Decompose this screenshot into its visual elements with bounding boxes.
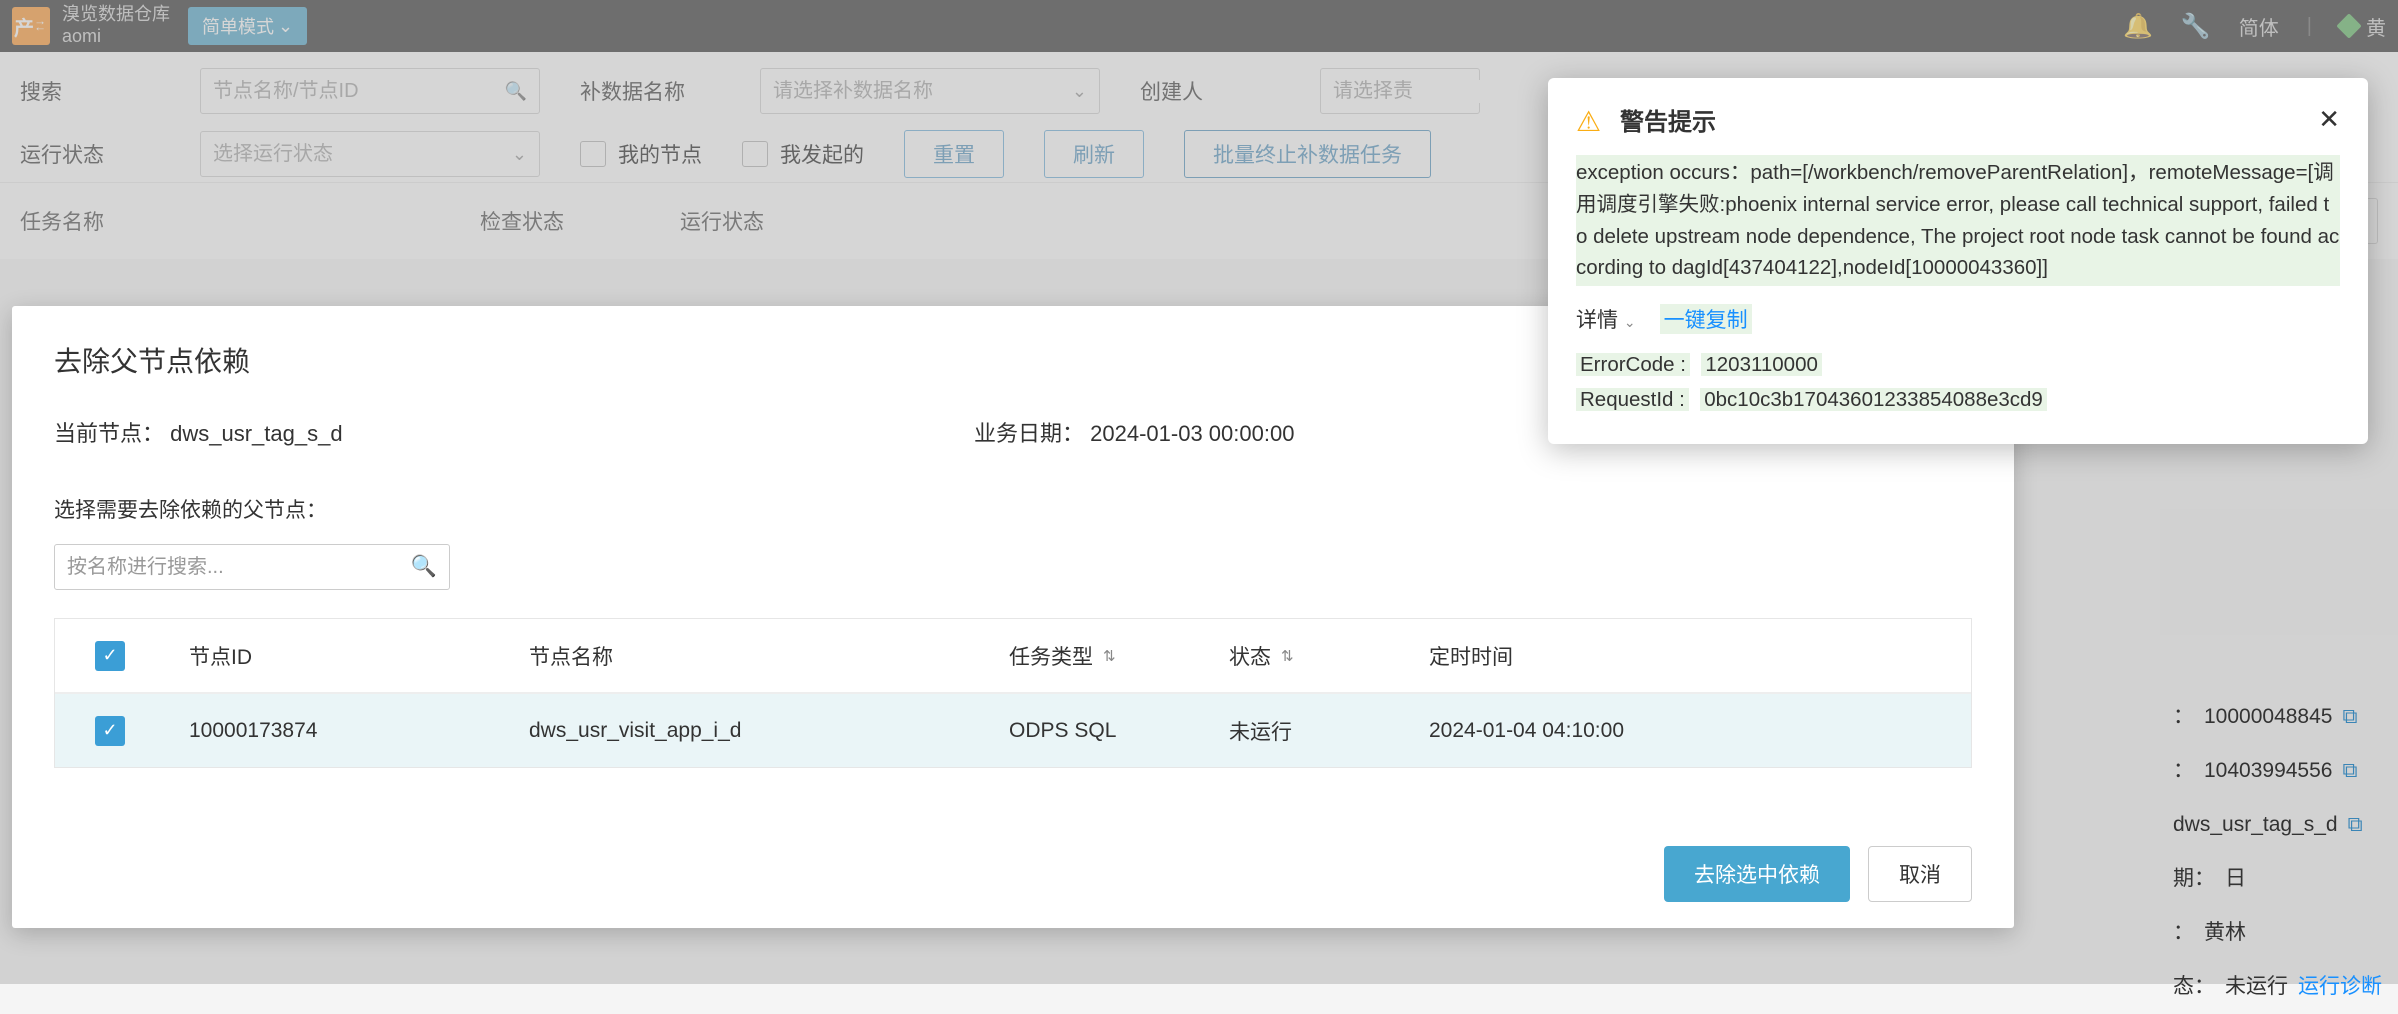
warning-title: 警告提示 bbox=[1620, 102, 2304, 137]
search-icon[interactable]: 🔍 bbox=[411, 555, 437, 579]
copy-icon[interactable]: ⧉ bbox=[2342, 690, 2357, 744]
detail-toggle[interactable]: 详情 ⌄ bbox=[1576, 304, 1636, 334]
warning-message: exception occurs：path=[/workbench/remove… bbox=[1576, 155, 2340, 286]
modal-subtitle: 选择需要去除依赖的父节点： bbox=[54, 494, 1972, 524]
behind-id1: 10000048845 bbox=[2204, 690, 2332, 744]
warning-popup: ⚠ 警告提示 ✕ exception occurs：path=[/workben… bbox=[1548, 78, 2368, 444]
behind-id2: 10403994556 bbox=[2204, 744, 2332, 798]
cancel-button[interactable]: 取消 bbox=[1868, 846, 1972, 902]
parent-search[interactable]: 🔍 bbox=[54, 544, 450, 590]
copy-link[interactable]: 一键复制 bbox=[1660, 304, 1752, 334]
row-node-id: 10000173874 bbox=[165, 699, 505, 763]
errorcode-value: 1203110000 bbox=[1701, 353, 1822, 376]
copy-icon[interactable]: ⧉ bbox=[2348, 798, 2363, 852]
row-node-name: dws_usr_visit_app_i_d bbox=[505, 699, 985, 763]
parent-search-input[interactable] bbox=[67, 556, 411, 579]
table-row[interactable]: ✓ 10000173874 dws_usr_visit_app_i_d ODPS… bbox=[55, 693, 1971, 767]
requestid-label: RequestId : bbox=[1576, 388, 1689, 411]
col-node-id: 节点ID bbox=[165, 621, 505, 691]
filter-icon[interactable]: ⇅ bbox=[1281, 647, 1294, 665]
requestid-value: 0bc10c3b17043601233854088e3cd9 bbox=[1700, 388, 2047, 411]
close-icon[interactable]: ✕ bbox=[2318, 104, 2340, 135]
behind-period: 日 bbox=[2225, 852, 2246, 906]
col-status: 状态 bbox=[1229, 641, 1271, 671]
run-diagnosis-link[interactable]: 运行诊断 bbox=[2298, 960, 2382, 1014]
current-node-label: 当前节点： bbox=[54, 421, 164, 446]
biz-date-value: 2024-01-03 00:00:00 bbox=[1090, 421, 1294, 446]
biz-date-label: 业务日期： bbox=[974, 421, 1084, 446]
errorcode-label: ErrorCode : bbox=[1576, 353, 1690, 376]
row-status: 未运行 bbox=[1205, 696, 1405, 766]
col-task-type: 任务类型 bbox=[1009, 641, 1093, 671]
confirm-remove-button[interactable]: 去除选中依赖 bbox=[1664, 846, 1850, 902]
copy-icon[interactable]: ⧉ bbox=[2342, 744, 2357, 798]
col-sched-time: 定时时间 bbox=[1405, 621, 1971, 691]
select-all-checkbox[interactable]: ✓ bbox=[95, 641, 125, 671]
col-node-name: 节点名称 bbox=[505, 621, 985, 691]
parent-table: ✓ 节点ID 节点名称 任务类型 ⇅ 状态 ⇅ 定时时间 ✓ 10000173874… bbox=[54, 618, 1972, 768]
row-task-type: ODPS SQL bbox=[985, 699, 1205, 763]
row-checkbox[interactable]: ✓ bbox=[95, 716, 125, 746]
chevron-down-icon: ⌄ bbox=[1624, 314, 1636, 330]
row-sched-time: 2024-01-04 04:10:00 bbox=[1405, 699, 1971, 763]
behind-status: 未运行 bbox=[2225, 960, 2288, 1014]
current-node-value: dws_usr_tag_s_d bbox=[170, 421, 342, 446]
behind-panel: ：10000048845 ⧉ ：10403994556 ⧉ dws_usr_ta… bbox=[2173, 690, 2382, 1014]
warning-triangle-icon: ⚠ bbox=[1576, 105, 1606, 135]
behind-owner: 黄林 bbox=[2204, 906, 2246, 960]
behind-name: dws_usr_tag_s_d bbox=[2173, 798, 2338, 852]
filter-icon[interactable]: ⇅ bbox=[1103, 647, 1116, 665]
